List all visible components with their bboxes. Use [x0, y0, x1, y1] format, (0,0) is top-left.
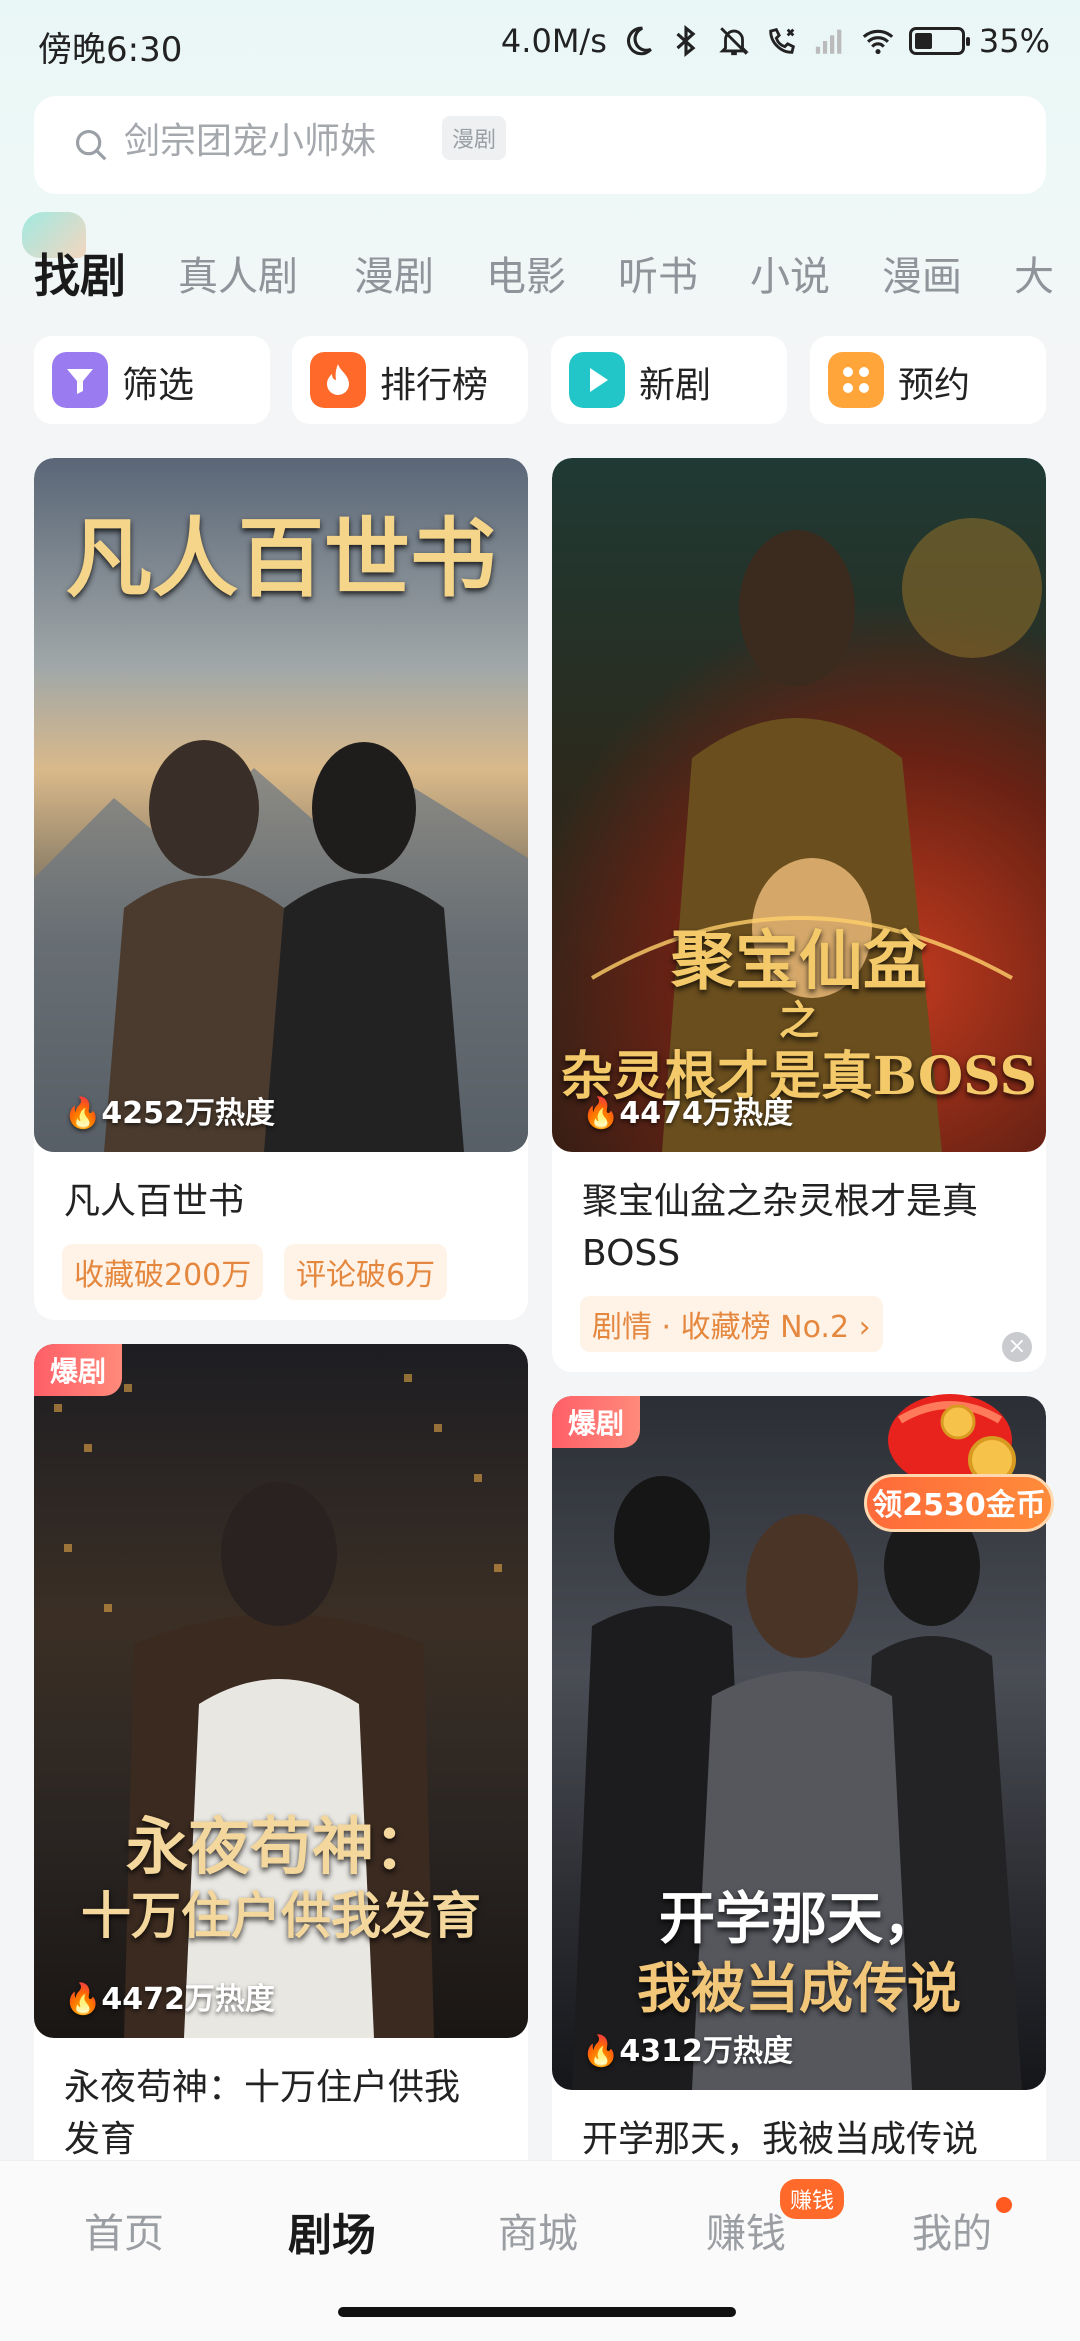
hot-badge: 爆剧 — [552, 1396, 641, 1448]
nav-me[interactable]: 我的 — [912, 2201, 992, 2259]
tab-comic-drama[interactable]: 漫剧 — [354, 244, 434, 302]
category-tabs: 找剧 真人剧 漫剧 电影 听书 小说 漫画 大 — [34, 240, 1080, 310]
tab-audiobooks[interactable]: 听书 — [618, 244, 698, 302]
poster-title: 凡人百世书 — [66, 508, 496, 609]
filter-icon — [52, 352, 108, 408]
heat-count: 🔥4474万热度 — [582, 1096, 793, 1131]
play-icon — [569, 352, 625, 408]
flame-icon — [310, 352, 366, 408]
bluetooth-icon — [676, 25, 696, 57]
reserve-button[interactable]: 预约 — [810, 336, 1046, 424]
poster-title-line2: 十万住户供我发育 — [81, 1886, 481, 1945]
card-title-line1: 聚宝仙盆之杂灵根才是真 — [582, 1181, 979, 1222]
drama-card-1[interactable]: 凡人百世书 🔥4252万热度 凡人百世书 收藏破200万 评论破6万 — [34, 458, 528, 1320]
new-drama-label: 新剧 — [639, 365, 712, 406]
status-time: 傍晚6:30 — [38, 30, 183, 70]
poster-image[interactable]: 聚宝仙盆 之 杂灵根才是真BOSS 🔥4474万热度 — [552, 458, 1046, 1152]
ranking-button[interactable]: 排行榜 — [292, 336, 528, 424]
nav-mall[interactable]: 商城 — [498, 2201, 578, 2259]
heat-count: 🔥4312万热度 — [582, 2034, 793, 2069]
home-indicator[interactable] — [338, 2307, 736, 2317]
tab-live-drama[interactable]: 真人剧 — [178, 244, 298, 302]
tab-more[interactable]: 大 — [1014, 244, 1054, 302]
poster-title-line1: 开学那天， — [659, 1886, 939, 1952]
reserve-label: 预约 — [898, 365, 971, 406]
ranking-label: 排行榜 — [380, 365, 489, 406]
battery-percent: 35% — [978, 22, 1050, 60]
new-drama-button[interactable]: 新剧 — [551, 336, 787, 424]
heat-count: 🔥4252万热度 — [64, 1096, 275, 1131]
nav-theater[interactable]: 剧场 — [288, 2199, 376, 2263]
call-icon — [769, 28, 795, 54]
card-title-line2: BOSS — [582, 1233, 681, 1274]
moon-icon — [626, 26, 652, 56]
poster-image[interactable]: 凡人百世书 🔥4252万热度 — [34, 458, 528, 1152]
hot-badge: 爆剧 — [34, 1344, 123, 1396]
notification-dot — [996, 2197, 1012, 2213]
card-title-line1: 永夜苟神：十万住户供我 — [64, 2067, 461, 2108]
search-bar[interactable]: 剑宗团宠小师妹 漫剧 — [34, 96, 1046, 194]
tab-find-drama[interactable]: 找剧 — [34, 240, 126, 306]
drama-card-3[interactable]: 爆剧 永夜苟神： 十万住户供我发育 🔥4472万热度 永夜苟神：十万住户供我 发… — [34, 1344, 528, 2184]
status-icons: 4.0M/s 35% — [501, 22, 1050, 60]
filter-button[interactable]: 筛选 — [34, 336, 270, 424]
poster-figures — [34, 740, 528, 1152]
search-placeholder: 剑宗团宠小师妹 — [124, 121, 377, 162]
nav-home[interactable]: 首页 — [84, 2201, 164, 2259]
search-icon — [75, 129, 107, 161]
card-title: 开学那天，我被当成传说 — [582, 2119, 979, 2160]
tab-movies[interactable]: 电影 — [486, 244, 566, 302]
status-bar: 傍晚6:30 4.0M/s 35% — [0, 0, 1080, 90]
wifi-icon — [862, 29, 894, 55]
tab-comics[interactable]: 漫画 — [882, 244, 962, 302]
stat-chip: 评论破6万 — [284, 1244, 448, 1300]
card-title: 凡人百世书 — [64, 1181, 245, 1222]
grid-icon — [828, 352, 884, 408]
close-icon[interactable]: × — [1002, 1332, 1032, 1362]
chevron-right-icon: › — [858, 1310, 871, 1345]
poster-title-line1: 永夜苟神： — [125, 1810, 436, 1883]
search-tag: 漫剧 — [442, 116, 507, 160]
network-speed: 4.0M/s — [500, 22, 607, 60]
stat-chip: 收藏破200万 — [62, 1244, 264, 1300]
bell-muted-icon — [719, 27, 749, 56]
ranking-chip[interactable]: 剧情 · 收藏榜 No.2 › — [580, 1296, 883, 1352]
coin-reward-button[interactable]: 领2530金币 — [864, 1474, 1054, 1532]
tab-novels[interactable]: 小说 — [750, 244, 830, 302]
heat-count: 🔥4472万热度 — [64, 1982, 275, 2017]
battery-icon — [908, 27, 970, 55]
earn-badge: 赚钱 — [780, 2179, 845, 2219]
drama-card-2[interactable]: 聚宝仙盆 之 杂灵根才是真BOSS 🔥4474万热度 聚宝仙盆之杂灵根才是真 B… — [552, 458, 1046, 1372]
card-title-line2: 发育 — [64, 2119, 137, 2160]
signal-icon — [815, 29, 842, 54]
poster-title-line2: 我被当成传说 — [637, 1956, 961, 2020]
filter-label: 筛选 — [122, 365, 195, 406]
poster-image[interactable]: 爆剧 永夜苟神： 十万住户供我发育 🔥4472万热度 — [34, 1344, 528, 2038]
nav-earn[interactable]: 赚钱 — [706, 2201, 786, 2259]
